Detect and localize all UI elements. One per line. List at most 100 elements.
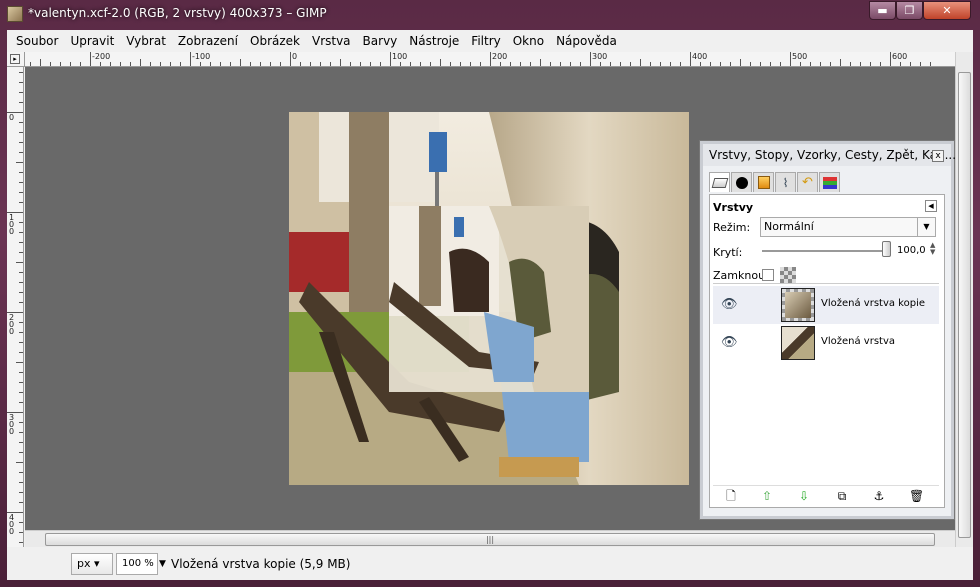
ruler-tick — [680, 62, 681, 66]
lock-alpha-icon[interactable] — [780, 267, 796, 283]
ruler-tick — [19, 332, 23, 333]
image-canvas[interactable] — [289, 112, 689, 485]
menu-vybrat[interactable]: Vybrat — [120, 34, 172, 48]
tab-channels[interactable] — [731, 172, 752, 192]
menu-soubor[interactable]: Soubor — [10, 34, 64, 48]
new-layer-icon[interactable]: 🗋 — [724, 489, 738, 503]
ruler-tick — [910, 62, 911, 66]
minimize-button[interactable]: ▬ — [869, 1, 896, 20]
ruler-tick — [19, 142, 23, 143]
zoom-dropdown-icon[interactable]: ▼ — [159, 559, 166, 569]
ruler-tick — [360, 62, 361, 66]
ruler-tick — [240, 59, 241, 66]
layer-row[interactable]: 👁 Vložená vrstva — [713, 324, 939, 362]
spin-arrows-icon[interactable]: ▲ ▼ — [930, 242, 935, 256]
dialog-title-bar[interactable]: Vrstvy, Stopy, Vzorky, Cesty, Zpět, Kan.… — [703, 144, 956, 166]
ruler-tick — [490, 52, 491, 66]
ruler-tick — [600, 62, 601, 66]
ruler-tick — [790, 52, 791, 66]
ruler-tick — [590, 52, 591, 66]
layer-thumbnail — [781, 326, 815, 360]
dialog-close-button[interactable]: x — [932, 150, 944, 162]
tab-gradients[interactable] — [753, 172, 774, 192]
mode-select[interactable]: Normální ▼ — [760, 217, 936, 237]
ruler-tick — [170, 62, 171, 66]
title-bar[interactable]: *valentyn.xcf-2.0 (RGB, 2 vrstvy) 400x37… — [0, 0, 980, 30]
ruler-tick — [120, 62, 121, 66]
horizontal-scrollbar[interactable]: ||| — [25, 530, 955, 547]
ruler-tick — [920, 62, 921, 66]
menu-okno[interactable]: Okno — [507, 34, 550, 48]
window-title: *valentyn.xcf-2.0 (RGB, 2 vrstvy) 400x37… — [28, 6, 327, 20]
ruler-tick — [19, 232, 23, 233]
ruler-tick — [250, 62, 251, 66]
paths-icon: ⌇ — [782, 175, 789, 190]
tab-undo[interactable]: ↶ — [797, 172, 818, 192]
ruler-tick — [80, 62, 81, 66]
raise-layer-icon[interactable]: ⇧ — [760, 489, 774, 503]
zoom-input[interactable]: 100 % — [116, 553, 158, 575]
ruler-tick — [19, 342, 23, 343]
ruler-tick — [510, 62, 511, 66]
lock-checkbox[interactable] — [762, 269, 774, 281]
lower-layer-icon[interactable]: ⇩ — [797, 489, 811, 503]
unit-select[interactable]: px ▾ — [71, 553, 113, 575]
delete-layer-icon[interactable]: 🗑 — [909, 489, 924, 503]
vertical-ruler[interactable]: 0 100 200 300 400 — [7, 67, 24, 558]
ruler-label: -200 — [92, 52, 111, 61]
ruler-tick — [420, 62, 421, 66]
ruler-tick — [19, 132, 23, 133]
opacity-slider-handle[interactable] — [882, 241, 891, 257]
ruler-tick — [210, 62, 211, 66]
ruler-tick — [860, 62, 861, 66]
palette-icon — [822, 176, 837, 189]
opacity-slider-track[interactable] — [762, 250, 886, 252]
menu-barvy[interactable]: Barvy — [357, 34, 404, 48]
duplicate-layer-icon[interactable]: ⧉ — [835, 489, 849, 503]
anchor-layer-icon[interactable]: ⚓ — [872, 489, 886, 503]
ruler-tick — [320, 62, 321, 66]
menu-zobrazeni[interactable]: Zobrazení — [172, 34, 244, 48]
opacity-value[interactable]: 100,0 — [897, 245, 926, 256]
menu-upravit[interactable]: Upravit — [64, 34, 120, 48]
ruler-label: 200 — [492, 52, 508, 61]
vertical-scrollbar[interactable] — [955, 52, 973, 558]
eye-icon[interactable]: 👁 — [721, 297, 738, 312]
ruler-tick — [630, 62, 631, 66]
ruler-label: 300 — [9, 413, 15, 436]
menu-nastroje[interactable]: Nástroje — [403, 34, 465, 48]
eye-icon[interactable]: 👁 — [721, 335, 738, 350]
ruler-tick — [19, 242, 23, 243]
tab-palettes[interactable] — [819, 172, 840, 192]
menu-filtry[interactable]: Filtry — [465, 34, 506, 48]
close-button[interactable]: ✕ — [923, 1, 971, 20]
panel-menu-button[interactable]: ◀ — [925, 200, 937, 212]
menu-vrstva[interactable]: Vrstva — [306, 34, 357, 48]
vertical-scroll-thumb[interactable] — [958, 72, 971, 538]
ruler-tick — [19, 282, 23, 283]
gradient-icon — [757, 176, 770, 189]
ruler-tick — [730, 62, 731, 66]
ruler-tick — [19, 322, 23, 323]
maximize-button[interactable]: ❐ — [896, 1, 923, 20]
ruler-label: 200 — [9, 313, 15, 336]
ruler-tick — [19, 202, 23, 203]
tab-paths[interactable]: ⌇ — [775, 172, 796, 192]
ruler-tick — [100, 62, 101, 66]
ruler-tick — [190, 52, 191, 66]
layer-row[interactable]: 👁 Vložená vrstva kopie — [713, 286, 939, 324]
ruler-tick — [280, 62, 281, 66]
quick-mask-toggle[interactable]: ▸ — [7, 52, 25, 67]
horizontal-ruler[interactable]: -200 -100 0 100 200 300 400 500 600 — [25, 52, 955, 67]
ruler-tick — [570, 62, 571, 66]
layer-name: Vložená vrstva — [821, 336, 895, 347]
ruler-tick — [220, 62, 221, 66]
horizontal-scroll-thumb[interactable]: ||| — [45, 533, 935, 546]
tab-layers[interactable] — [709, 172, 730, 192]
menu-napoveda[interactable]: Nápověda — [550, 34, 623, 48]
ruler-tick — [470, 62, 471, 66]
ruler-tick — [90, 52, 91, 66]
ruler-tick — [750, 62, 751, 66]
menu-obrazek[interactable]: Obrázek — [244, 34, 306, 48]
ruler-tick — [50, 62, 51, 66]
